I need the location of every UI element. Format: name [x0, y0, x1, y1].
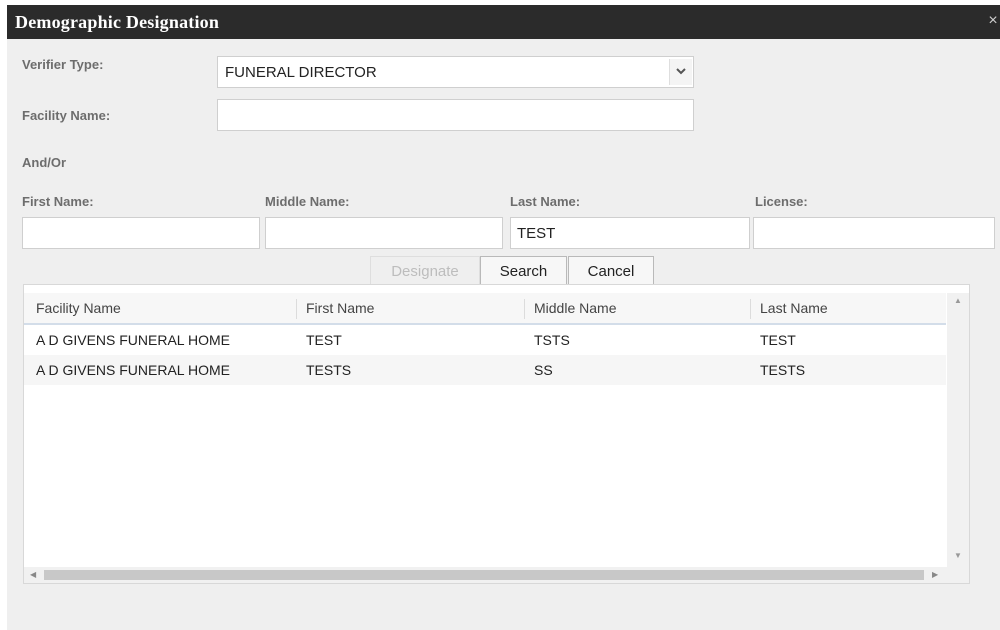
first-name-label: First Name: — [22, 194, 94, 209]
column-header-first-name[interactable]: First Name — [306, 300, 374, 316]
cell-facility-name: A D GIVENS FUNERAL HOME — [36, 332, 230, 348]
table-row[interactable]: A D GIVENS FUNERAL HOME TESTS SS TESTS — [24, 355, 946, 385]
dialog-titlebar: Demographic Designation × — [7, 5, 1000, 39]
verifier-type-select[interactable]: FUNERAL DIRECTOR — [217, 56, 694, 88]
first-name-input[interactable] — [22, 217, 260, 249]
grid-header: Facility Name First Name Middle Name Las… — [24, 293, 946, 325]
column-divider[interactable] — [750, 299, 751, 319]
column-header-facility-name[interactable]: Facility Name — [36, 300, 121, 316]
scroll-up-icon[interactable]: ▲ — [954, 296, 962, 306]
middle-name-label: Middle Name: — [265, 194, 350, 209]
cell-middle-name: TSTS — [534, 332, 570, 348]
demographic-designation-dialog: Demographic Designation × Verifier Type:… — [7, 5, 1000, 630]
results-grid: Facility Name First Name Middle Name Las… — [23, 284, 970, 584]
middle-name-input[interactable] — [265, 217, 503, 249]
column-header-last-name[interactable]: Last Name — [760, 300, 828, 316]
search-button[interactable]: Search — [480, 256, 567, 287]
cell-facility-name: A D GIVENS FUNERAL HOME — [36, 362, 230, 378]
cell-last-name: TEST — [760, 332, 796, 348]
close-icon[interactable]: × — [986, 10, 1000, 32]
horizontal-scrollbar[interactable]: ◀ ▶ — [24, 567, 969, 583]
column-divider[interactable] — [524, 299, 525, 319]
column-header-middle-name[interactable]: Middle Name — [534, 300, 616, 316]
cancel-button[interactable]: Cancel — [568, 256, 654, 287]
designate-button[interactable]: Designate — [370, 256, 480, 287]
license-input[interactable] — [753, 217, 995, 249]
cell-last-name: TESTS — [760, 362, 806, 378]
verifier-type-value: FUNERAL DIRECTOR — [225, 64, 377, 81]
scroll-left-icon[interactable]: ◀ — [30, 570, 36, 580]
cell-first-name: TESTS — [306, 362, 352, 378]
dialog-title: Demographic Designation — [15, 12, 220, 32]
vertical-scrollbar[interactable]: ▲ ▼ — [947, 293, 969, 568]
table-row[interactable]: A D GIVENS FUNERAL HOME TEST TSTS TEST — [24, 325, 946, 355]
license-label: License: — [755, 194, 808, 209]
chevron-down-icon[interactable] — [669, 59, 692, 85]
scroll-down-icon[interactable]: ▼ — [954, 551, 962, 561]
horizontal-scroll-thumb[interactable] — [44, 570, 924, 580]
last-name-label: Last Name: — [510, 194, 581, 209]
last-name-input[interactable]: TEST — [510, 217, 750, 249]
cell-middle-name: SS — [534, 362, 553, 378]
facility-name-input[interactable] — [217, 99, 694, 131]
and-or-label: And/Or — [22, 155, 67, 170]
facility-name-label: Facility Name: — [22, 108, 111, 123]
cell-first-name: TEST — [306, 332, 342, 348]
verifier-type-label: Verifier Type: — [22, 57, 104, 72]
column-divider[interactable] — [296, 299, 297, 319]
scroll-right-icon[interactable]: ▶ — [932, 570, 938, 580]
